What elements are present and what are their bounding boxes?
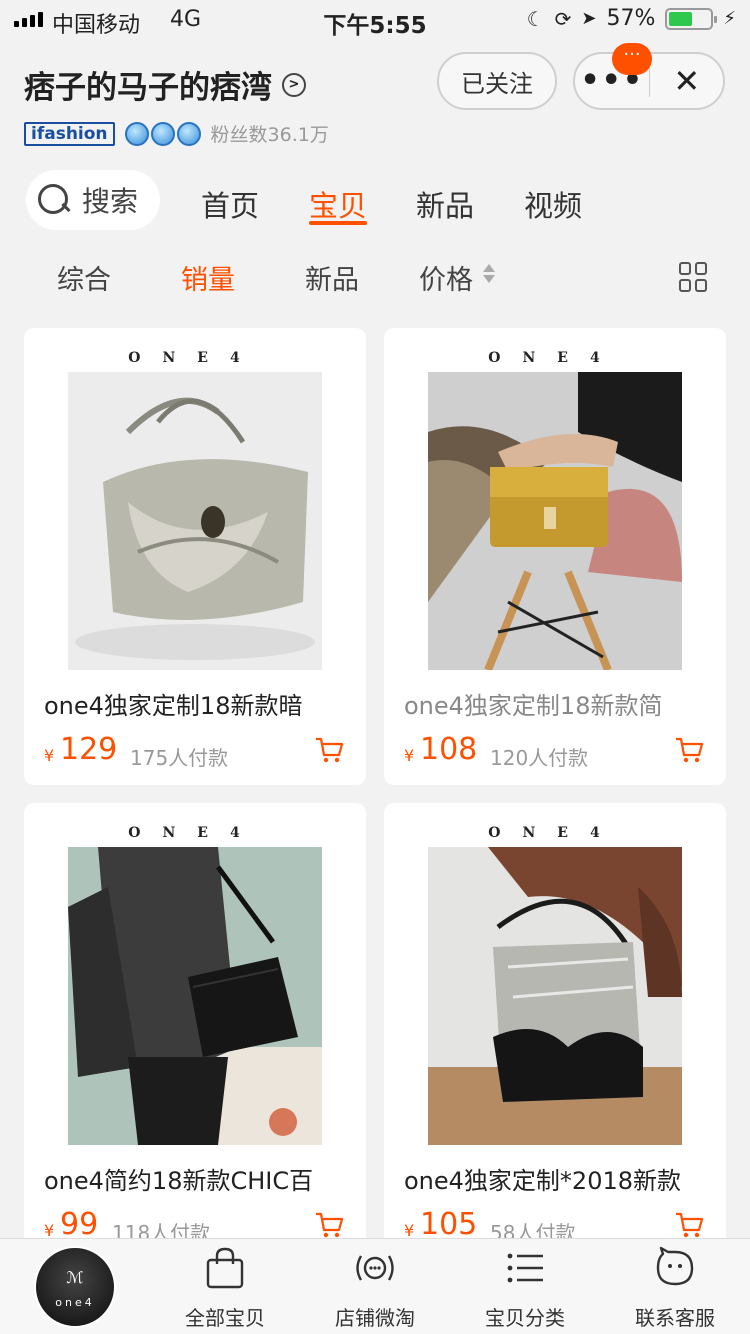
avatar-text: one4 (55, 1296, 95, 1309)
cart-icon[interactable] (314, 1211, 344, 1239)
search-button[interactable]: 搜索 (26, 170, 160, 230)
sort-comprehensive[interactable]: 综合 (57, 258, 111, 297)
shop-level-crowns (124, 121, 201, 146)
sort-price[interactable]: 价格 (419, 258, 473, 297)
location-icon: ➤ (581, 8, 597, 29)
product-image (68, 372, 322, 670)
product-card[interactable]: ONE4 one4独家定制*2018新款 ¥ 105 58人付款 (384, 803, 726, 1260)
close-button[interactable]: ✕ (650, 62, 723, 100)
tab-new[interactable]: 新品 (416, 183, 474, 225)
sales-count: 120人付款 (490, 746, 589, 770)
tab-label: 联系客服 (635, 1306, 715, 1330)
sort-newest[interactable]: 新品 (305, 258, 359, 297)
brand-mark: ONE4 (128, 350, 262, 366)
cart-icon[interactable] (674, 736, 704, 764)
cart-icon[interactable] (674, 1211, 704, 1239)
shop-meta-row: ifashion 粉丝数36.1万 (24, 120, 329, 147)
status-right: ☾ ⟳ ➤ 57% ⚡ (527, 6, 736, 31)
currency-symbol: ¥ (44, 746, 55, 765)
follow-button[interactable]: 已关注 (437, 52, 557, 110)
brand-mark: ONE4 (488, 825, 622, 841)
sales-count: 175人付款 (130, 746, 229, 770)
brand-mark: ONE4 (488, 350, 622, 366)
shop-name: 痞子的马子的痞湾 (24, 70, 272, 106)
moon-icon: ☾ (526, 6, 545, 31)
rotation-lock-icon: ⟳ (554, 6, 572, 31)
chat-bot-icon (656, 1246, 694, 1286)
product-price: 99 (60, 1207, 99, 1242)
notification-badge: ··· (612, 43, 652, 75)
crown-icon (124, 121, 149, 146)
product-card[interactable]: ONE4 one4简约18新款CHIC百 ¥ 99 118人付款 (24, 803, 366, 1260)
crown-icon (150, 121, 175, 146)
shop-avatar[interactable]: ℳ one4 (34, 1246, 116, 1328)
product-card[interactable]: ONE4 one4独家定制18新款简 ¥ 108 120人付款 (384, 328, 726, 785)
tab-label: 店铺微淘 (335, 1306, 415, 1330)
product-image (428, 372, 682, 670)
brand-mark: ONE4 (128, 825, 262, 841)
battery-percent: 57% (606, 6, 656, 31)
tab-video[interactable]: 视频 (524, 183, 582, 225)
search-label: 搜索 (82, 185, 139, 218)
tab-items[interactable]: 宝贝 (309, 183, 367, 225)
product-price: 129 (60, 732, 118, 767)
ifashion-label: ifashion (31, 123, 108, 144)
fans-count: 粉丝数36.1万 (210, 124, 329, 146)
charging-icon: ⚡ (723, 8, 736, 29)
cart-icon[interactable] (314, 736, 344, 764)
broadcast-icon (356, 1255, 394, 1281)
sort-sales[interactable]: 销量 (181, 258, 235, 297)
product-card[interactable]: ONE4 one4独家定制18新款暗 ¥ 129 175人付款 (24, 328, 366, 785)
product-price: 105 (420, 1207, 478, 1242)
product-title: one4独家定制18新款暗 (44, 692, 303, 720)
product-title: one4简约18新款CHIC百 (44, 1167, 314, 1195)
product-image (428, 847, 682, 1145)
shopping-bag-icon (206, 1247, 244, 1289)
avatar-monogram: ℳ (66, 1268, 84, 1287)
grid-view-icon[interactable] (679, 262, 709, 292)
tab-label: 宝贝分类 (485, 1306, 565, 1330)
chevron-right-icon: > (282, 72, 306, 97)
ifashion-badge: ifashion (24, 121, 115, 146)
product-price: 108 (420, 732, 478, 767)
active-tab-underline (309, 221, 367, 225)
tab-label: 全部宝贝 (185, 1306, 265, 1330)
product-title: one4独家定制18新款简 (404, 692, 663, 720)
tab-home[interactable]: 首页 (201, 183, 259, 225)
currency-symbol: ¥ (404, 746, 415, 765)
sort-arrows-icon (483, 264, 497, 283)
product-image (68, 847, 322, 1145)
status-bar: 中国移动 4G 下午5:55 ☾ ⟳ ➤ 57% ⚡ (0, 0, 750, 40)
search-icon (38, 184, 70, 216)
list-icon (507, 1253, 543, 1283)
crown-icon (176, 121, 201, 146)
product-title: one4独家定制*2018新款 (404, 1167, 682, 1195)
shop-title[interactable]: 痞子的马子的痞湾 > (24, 62, 306, 107)
battery-icon (665, 7, 718, 30)
